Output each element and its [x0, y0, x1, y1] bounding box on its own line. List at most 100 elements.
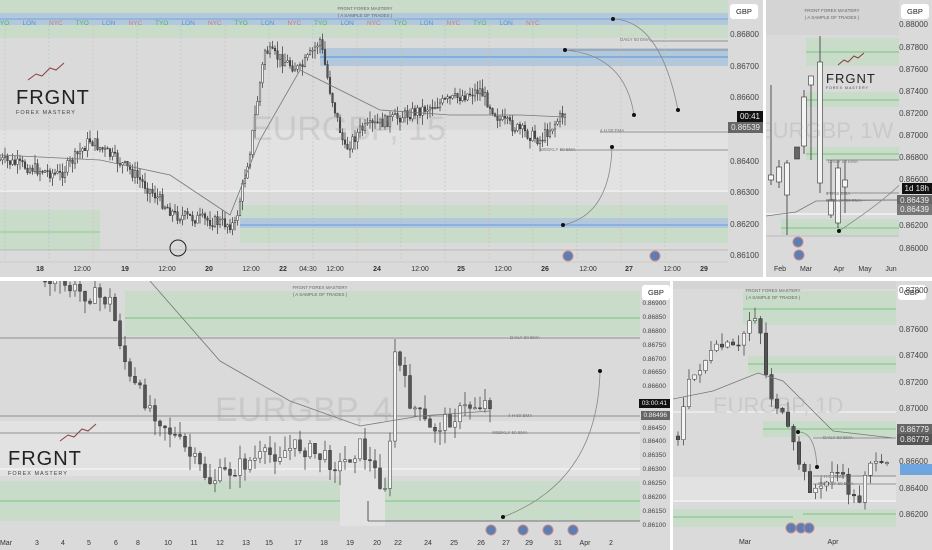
candle-body [283, 450, 287, 458]
candle-body [278, 457, 282, 462]
candle-body [692, 374, 697, 380]
session-label-tyo: TYO [0, 20, 10, 27]
candle-body [266, 50, 269, 54]
candle-body [161, 194, 164, 209]
candle-body [93, 287, 97, 304]
candle-body [546, 129, 549, 138]
candle-body [301, 64, 304, 67]
candle-body [73, 151, 77, 164]
time-label: 5 [87, 540, 91, 547]
candle-body [36, 163, 39, 175]
last-price-tag: 0.86496 [640, 411, 670, 420]
candle-body [496, 115, 499, 121]
candle-body [676, 435, 680, 440]
candle-body [531, 130, 534, 141]
time-label: 12:00 [242, 266, 260, 273]
candle-body [373, 460, 377, 469]
candle-body [286, 60, 289, 63]
candle-body [93, 138, 97, 147]
chart-panel-4h[interactable]: EURGBP, 4 FRGNT FOREX MASTERY ( A SAMPLE … [0, 281, 670, 550]
candle-body [353, 458, 357, 463]
header-subtitle: ( A SAMPLE OF TRADES ) [292, 292, 348, 297]
time-label: Apr [833, 266, 845, 273]
candle-body [208, 220, 212, 226]
session-label-lon: LON [102, 20, 116, 27]
ema-label-4h: 4 H 50 EMA [508, 413, 533, 418]
session-label-nyc: NYC [208, 20, 222, 27]
last-price-tag-2: 0.86439 [897, 204, 932, 215]
candle-body [163, 206, 167, 209]
candle-body [313, 46, 317, 51]
candle-body [466, 93, 469, 101]
candle-body [463, 95, 467, 101]
candle-body [26, 168, 29, 173]
candle-body [556, 120, 559, 125]
price-axis[interactable]: GBP 03:00:41 0.86496 0.86900 0.86850 0.868… [638, 281, 670, 550]
time-label: 29 [700, 266, 708, 273]
candle-body [698, 370, 702, 376]
chart-panel-1w[interactable]: EURGBP, 1W FRGNT FOREX MASTERY ( A SAMPLE… [766, 0, 932, 277]
price-axis[interactable]: GBP 00:41 0.86539 0.86800 0.86700 0.86600 0… [728, 0, 763, 277]
candle-body [363, 438, 367, 460]
candle-body [273, 454, 277, 462]
event-icon [517, 524, 529, 536]
trade-point [676, 108, 680, 112]
ema-label-4h: 4 H 50 EMA [826, 191, 851, 196]
price-label: 0.86900 [642, 300, 667, 307]
candle-body [393, 351, 397, 442]
price-label: 0.87200 [899, 109, 928, 118]
candle-body [173, 210, 177, 213]
candle-body [148, 189, 152, 194]
candle-body [288, 448, 292, 451]
countdown-tag: 1d 18h [901, 183, 932, 194]
price-label: 0.87200 [899, 378, 928, 387]
session-label-tyo: TYO [393, 20, 407, 27]
candle-body [188, 446, 192, 457]
session-label-nyc: NYC [49, 20, 63, 27]
price-axis[interactable]: GBP 1d 18h 0.86439 0.86439 0.88000 0.8780… [897, 0, 932, 277]
header-subtitle: ( A SAMPLE OF TRADES ) [804, 15, 860, 20]
candle-body [548, 130, 552, 138]
candle-body [863, 474, 867, 503]
price-axis[interactable]: GBP 0.86779 0.86779 0.87800 0.87600 0.8740… [896, 281, 932, 550]
time-label: Jun [885, 266, 897, 273]
candle-body [153, 405, 157, 422]
candle-body [283, 62, 287, 67]
candle-body [238, 458, 242, 476]
candle-body [78, 284, 82, 292]
time-label: 12:00 [73, 266, 91, 273]
time-label: 12:00 [158, 266, 176, 273]
candle-body [331, 93, 334, 103]
time-label: 12:00 [494, 266, 512, 273]
event-icon [567, 524, 579, 536]
candle-body [73, 284, 77, 292]
candle-body [378, 467, 382, 489]
chart-panel-15m[interactable]: EURGBP, 15 FRGNT FOREX MASTERY ( A SAMPLE… [0, 0, 763, 277]
time-label: 8 [136, 540, 140, 547]
candle-body [98, 147, 102, 150]
chart-panel-1d[interactable]: EURGBP, 1D FRGNT FOREX MASTERY ( A SAMPLE… [673, 281, 932, 550]
header-title: FRGNT FOREX MASTERY [804, 8, 860, 13]
candle-body [103, 147, 107, 150]
price-label: 0.87000 [899, 131, 928, 140]
price-label: 0.86400 [730, 157, 759, 166]
candle-body [203, 213, 207, 219]
session-label-tyo: TYO [314, 20, 328, 27]
time-label: Mar [0, 540, 13, 547]
candle-body [238, 201, 242, 216]
trade-point [610, 145, 614, 149]
candle-body [136, 170, 139, 178]
candle-body [46, 170, 49, 172]
candle-body [228, 224, 232, 230]
ema-label-daily: DAILY 50 EMA [823, 435, 853, 440]
price-label: 0.86250 [642, 480, 667, 487]
price-label: 0.87800 [899, 43, 928, 52]
session-label-lon: LON [340, 20, 354, 27]
session-label-lon: LON [261, 20, 275, 27]
candle-body [191, 215, 194, 222]
candle-body [764, 332, 768, 375]
candle-body [158, 420, 162, 427]
candle-body [720, 343, 724, 348]
candle-body [308, 443, 312, 458]
time-label: 13 [242, 540, 250, 547]
